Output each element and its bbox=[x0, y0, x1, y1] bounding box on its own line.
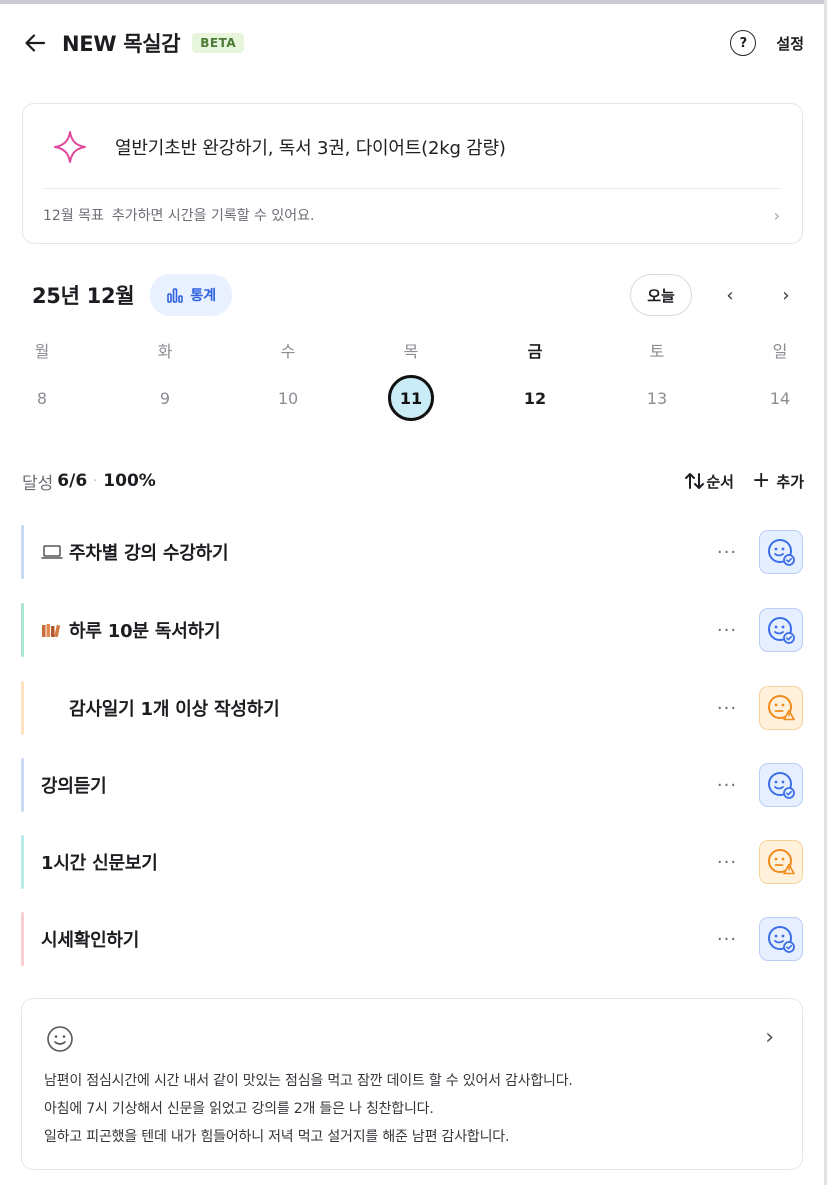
task-color-bar bbox=[21, 912, 24, 966]
stats-button[interactable]: 통계 bbox=[150, 274, 233, 316]
goal-hint: 추가하면 시간을 기록할 수 있어요. bbox=[111, 208, 315, 224]
journal-entries: 남편이 점심시간에 시간 내서 같이 맛있는 점심을 먹고 잠깐 데이트 할 수… bbox=[44, 1067, 782, 1151]
mood-button[interactable] bbox=[759, 608, 803, 652]
monthly-goal-card[interactable]: 열반기초반 완강하기, 독서 3권, 다이어트(2kg 감량) 12월 목표 추… bbox=[22, 103, 803, 244]
sparkle-icon bbox=[54, 131, 86, 163]
plus-icon: + bbox=[751, 468, 771, 493]
achievement-percent: 100% bbox=[103, 471, 156, 491]
journal-line: 아침에 7시 기상해서 신문을 읽었고 강의를 2개 들은 나 칭찬합니다. bbox=[44, 1101, 434, 1117]
day-14[interactable]: 14 bbox=[750, 386, 810, 412]
weekday-wed: 수 bbox=[280, 342, 296, 361]
weekday-tue: 화 bbox=[157, 342, 173, 361]
smile-check-icon bbox=[768, 772, 795, 799]
goal-text: 열반기초반 완강하기, 독서 3권, 다이어트(2kg 감량) bbox=[115, 138, 506, 159]
prev-week-button[interactable]: ‹ bbox=[712, 277, 748, 313]
goal-time-link[interactable]: 12월 목표 추가하면 시간을 기록할 수 있어요. › bbox=[43, 200, 780, 230]
add-label: 추가 bbox=[776, 472, 804, 491]
laptop-icon bbox=[41, 544, 63, 560]
mood-button[interactable] bbox=[759, 763, 803, 807]
task-color-bar bbox=[21, 525, 24, 579]
journal-line: 일하고 피곤했을 텐데 내가 힘들어하니 저녁 먹고 설거지를 해준 남편 감사… bbox=[44, 1129, 510, 1145]
task-name: 1시간 신문보기 bbox=[41, 853, 158, 874]
task-item[interactable]: 주차별 강의 수강하기 ··· bbox=[21, 525, 803, 579]
day-12[interactable]: 12 bbox=[505, 386, 565, 412]
achievement-label: 달성 bbox=[22, 473, 54, 494]
stats-label: 통계 bbox=[190, 288, 217, 304]
weekday-mon: 월 bbox=[34, 342, 50, 361]
weekday-sun: 일 bbox=[772, 342, 788, 361]
more-options-button[interactable]: ··· bbox=[707, 929, 747, 950]
more-options-button[interactable]: ··· bbox=[707, 620, 747, 641]
smile-icon[interactable] bbox=[46, 1025, 74, 1053]
smile-check-icon bbox=[768, 539, 795, 566]
neutral-warning-face-icon bbox=[768, 695, 795, 721]
sort-arrows-icon bbox=[685, 473, 705, 489]
separator-dot: · bbox=[93, 473, 98, 489]
task-name: 하루 10분 독서하기 bbox=[41, 617, 221, 643]
mood-button[interactable] bbox=[759, 840, 803, 884]
chevron-right-icon[interactable]: › bbox=[765, 1025, 774, 1050]
order-label: 순서 bbox=[706, 472, 734, 491]
day-10[interactable]: 10 bbox=[258, 386, 318, 412]
task-color-bar bbox=[21, 603, 24, 657]
smile-check-icon bbox=[768, 617, 795, 644]
next-week-button[interactable]: › bbox=[768, 277, 804, 313]
today-button[interactable]: 오늘 bbox=[630, 274, 692, 316]
beta-badge: BETA bbox=[192, 33, 245, 53]
settings-button[interactable]: 설정 bbox=[776, 33, 804, 54]
task-name: 감사일기 1개 이상 작성하기 bbox=[69, 699, 280, 720]
task-item[interactable]: 1시간 신문보기 ··· bbox=[21, 835, 803, 889]
task-color-bar bbox=[21, 758, 24, 812]
smile-check-icon bbox=[768, 926, 795, 953]
day-9[interactable]: 9 bbox=[135, 386, 195, 412]
achievement-count: 6/6 bbox=[57, 471, 88, 491]
arrow-left-icon bbox=[25, 34, 46, 52]
weekday-fri: 금 bbox=[527, 342, 543, 361]
journal-line: 남편이 점심시간에 시간 내서 같이 맛있는 점심을 먹고 잠깐 데이트 할 수… bbox=[44, 1073, 573, 1089]
header-actions: ? 설정 bbox=[730, 30, 804, 56]
add-task-button[interactable]: + 추가 bbox=[752, 470, 804, 492]
page-title: NEW 목실감 bbox=[62, 32, 181, 56]
more-options-button[interactable]: ··· bbox=[707, 852, 747, 873]
weekday-sat: 토 bbox=[649, 342, 665, 361]
task-item[interactable]: 하루 10분 독서하기 ··· bbox=[21, 603, 803, 657]
more-options-button[interactable]: ··· bbox=[707, 542, 747, 563]
help-icon[interactable]: ? bbox=[730, 30, 757, 56]
back-button[interactable] bbox=[22, 30, 48, 56]
neutral-warning-face-icon bbox=[768, 849, 795, 875]
bar-chart-icon bbox=[167, 288, 184, 303]
task-color-bar bbox=[21, 835, 24, 889]
task-label: 주차별 강의 수강하기 bbox=[69, 543, 229, 564]
task-color-bar bbox=[21, 681, 24, 735]
task-name: 강의듣기 bbox=[41, 776, 107, 797]
month-label: 25년 12월 bbox=[32, 284, 135, 308]
more-options-button[interactable]: ··· bbox=[707, 698, 747, 719]
chevron-right-icon: › bbox=[773, 205, 780, 225]
day-8[interactable]: 8 bbox=[12, 386, 72, 412]
calendar-header: 25년 12월 통계 오늘 ‹ › bbox=[22, 274, 804, 316]
task-item[interactable]: 시세확인하기 ··· bbox=[21, 912, 803, 966]
gratitude-journal-card[interactable]: › 남편이 점심시간에 시간 내서 같이 맛있는 점심을 먹고 잠깐 데이트 할… bbox=[21, 998, 803, 1170]
divider bbox=[43, 188, 780, 189]
task-item[interactable]: 감사일기 1개 이상 작성하기 ··· bbox=[21, 681, 803, 735]
more-options-button[interactable]: ··· bbox=[707, 775, 747, 796]
day-11-selected[interactable]: 11 bbox=[388, 375, 434, 421]
task-item[interactable]: 강의듣기 ··· bbox=[21, 758, 803, 812]
sort-order-button[interactable]: 순서 bbox=[684, 471, 734, 492]
progress-row: 달성 6/6 · 100% 순서 + 추가 bbox=[22, 466, 804, 496]
goal-month-label: 12월 목표 bbox=[43, 208, 104, 224]
day-13[interactable]: 13 bbox=[627, 386, 687, 412]
mood-button[interactable] bbox=[759, 917, 803, 961]
task-name: 주차별 강의 수강하기 bbox=[41, 539, 229, 565]
window-top-border bbox=[0, 0, 827, 4]
mood-button[interactable] bbox=[759, 686, 803, 730]
mood-button[interactable] bbox=[759, 530, 803, 574]
books-icon bbox=[41, 622, 63, 638]
goal-row: 열반기초반 완강하기, 독서 3권, 다이어트(2kg 감량) bbox=[53, 130, 506, 164]
weekday-thu: 목 bbox=[403, 342, 419, 361]
header: NEW 목실감 BETA ? 설정 bbox=[22, 28, 804, 58]
task-name: 시세확인하기 bbox=[41, 930, 140, 951]
task-label: 하루 10분 독서하기 bbox=[69, 621, 221, 642]
